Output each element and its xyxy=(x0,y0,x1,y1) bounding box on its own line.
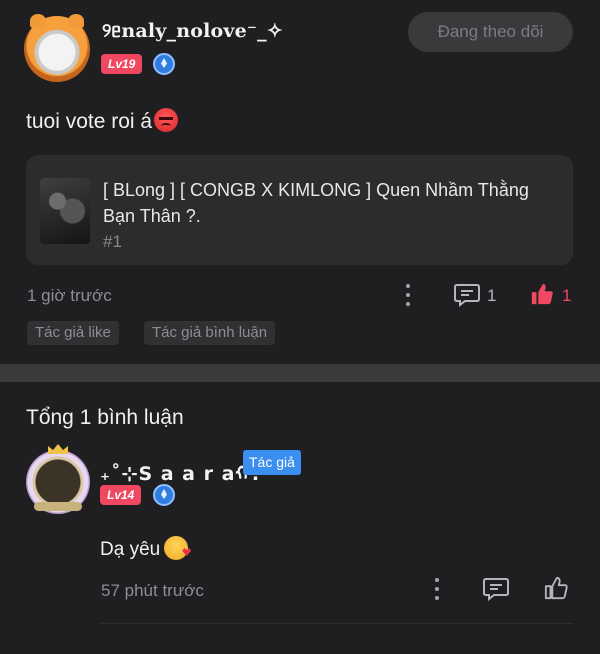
story-thumbnail xyxy=(40,178,90,244)
level-badge: Lv14 xyxy=(100,485,142,505)
comments-count-heading: Tổng 1 bình luận xyxy=(26,406,184,429)
tag-author-liked: Tác giả like xyxy=(27,321,119,345)
linked-story-card[interactable]: [ BLong ] [ CONGB X KIMLONG ] Quen Nhầm … xyxy=(26,155,573,265)
verified-shield-icon xyxy=(153,53,175,75)
verified-shield-icon xyxy=(153,484,175,506)
following-button[interactable]: Đang theo dõi xyxy=(408,12,573,52)
level-badge: Lv19 xyxy=(101,54,143,74)
comment-time: 57 phút trước xyxy=(101,581,204,600)
avatar-frame-ear xyxy=(30,14,46,28)
avatar-frame-strip xyxy=(34,502,82,511)
more-options-icon[interactable] xyxy=(405,284,411,308)
like-count: 1 xyxy=(562,286,572,305)
post-time: 1 giờ trước xyxy=(27,286,112,305)
post-text: tuoi vote roi á xyxy=(26,108,179,134)
kiss-face-emoji xyxy=(164,536,189,560)
avatar-frame-crown xyxy=(48,444,68,454)
angry-face-emoji xyxy=(154,108,179,132)
comment-count: 1 xyxy=(487,286,497,305)
post-username[interactable]: ୨ᥱnaly_nolove⁻_✧ xyxy=(102,20,283,42)
tag-author-commented: Tác giả bình luận xyxy=(144,321,276,345)
comment-like-icon[interactable] xyxy=(543,576,569,600)
commenter-username[interactable]: ₊˚⊹S a a r aᡣ. xyxy=(100,452,259,486)
post-text-content: tuoi vote roi á xyxy=(26,110,153,133)
comment-icon[interactable] xyxy=(454,283,480,307)
story-chapter: #1 xyxy=(103,232,122,251)
post: ୨ᥱnaly_nolove⁻_✧ Lv19 Đang theo dõi tuoi… xyxy=(0,0,600,362)
commenter-avatar[interactable] xyxy=(26,444,90,514)
story-title: [ BLong ] [ CONGB X KIMLONG ] Quen Nhầm … xyxy=(103,180,529,226)
comment-text: Dạ yêu xyxy=(100,536,189,561)
like-icon[interactable] xyxy=(529,282,555,306)
avatar-frame-ear xyxy=(68,14,84,28)
author-badge: Tác giả xyxy=(243,450,301,475)
comment-separator xyxy=(100,623,573,624)
comment-text-content: Dạ yêu xyxy=(100,539,161,560)
comment-more-options-icon[interactable] xyxy=(434,578,440,602)
user-avatar[interactable] xyxy=(24,14,90,82)
section-divider xyxy=(0,364,600,382)
reply-icon[interactable] xyxy=(483,577,509,601)
